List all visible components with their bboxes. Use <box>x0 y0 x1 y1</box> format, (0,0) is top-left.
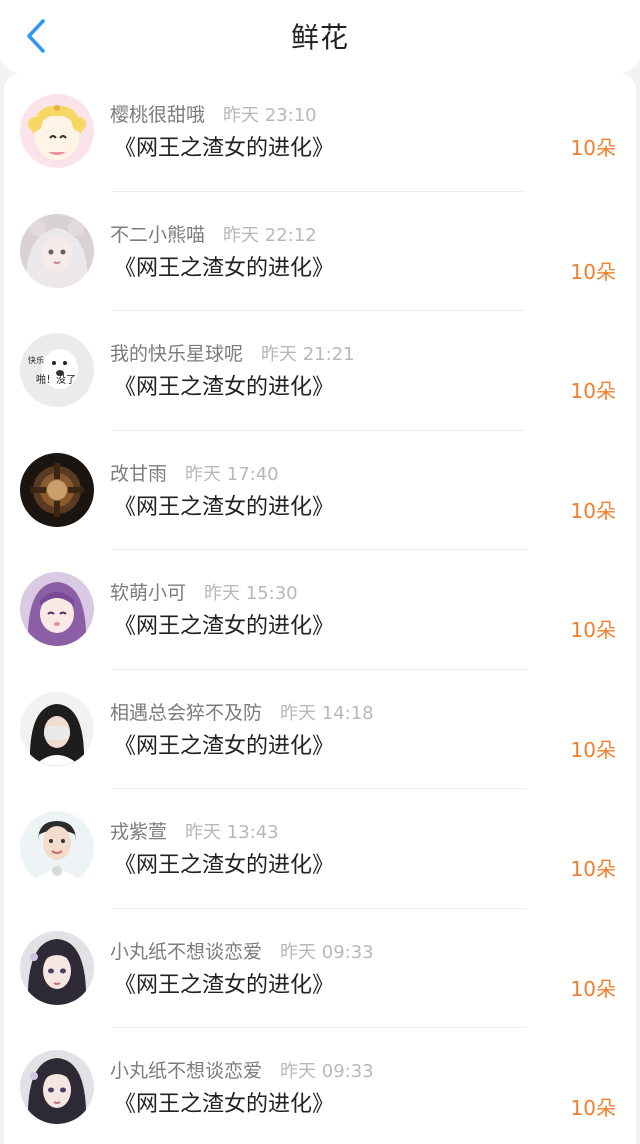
flower-count: 10朵 <box>570 618 616 642</box>
list-item[interactable]: 改甘雨 昨天 17:40 《网王之渣女的进化》 10朵 <box>4 431 636 550</box>
send-time: 昨天 13:43 <box>185 822 279 843</box>
avatar-text: 啪！没了 <box>36 373 76 386</box>
avatar[interactable] <box>20 1050 94 1124</box>
book-title[interactable]: 《网王之渣女的进化》 <box>114 1086 334 1118</box>
sender-line: 软萌小可 昨天 15:30 <box>110 578 298 605</box>
book-title[interactable]: 《网王之渣女的进化》 <box>114 608 334 640</box>
sender-line: 樱桃很甜哦 昨天 23:10 <box>110 100 317 127</box>
flower-count: 10朵 <box>570 737 616 762</box>
book-title[interactable]: 《网王之渣女的进化》 <box>114 369 334 401</box>
avatar-text: 快乐 <box>28 355 44 365</box>
book-title[interactable]: 《网王之渣女的进化》 <box>114 847 334 879</box>
sender-name[interactable]: 樱桃很甜哦 <box>110 104 205 126</box>
flower-count: 10朵 <box>570 1096 616 1120</box>
sender-name[interactable]: 我的快乐星球呢 <box>110 343 243 365</box>
avatar[interactable] <box>20 94 94 168</box>
list-item[interactable]: 不二小熊喵 昨天 22:12 《网王之渣女的进化》 10朵 <box>4 192 636 311</box>
sender-line: 小丸纸不想谈恋爱 昨天 09:33 <box>110 1056 374 1083</box>
flower-count: 10朵 <box>570 976 616 1001</box>
sender-name[interactable]: 软萌小可 <box>110 582 186 604</box>
sender-line: 小丸纸不想谈恋爱 昨天 09:33 <box>110 937 374 964</box>
sender-name[interactable]: 小丸纸不想谈恋爱 <box>110 941 262 963</box>
send-time: 昨天 09:33 <box>280 1061 374 1082</box>
list-item[interactable]: 戎紫萱 昨天 13:43 《网王之渣女的进化》 10朵 <box>4 789 636 909</box>
list-item[interactable]: 小丸纸不想谈恋爱 昨天 09:33 《网王之渣女的进化》 10朵 <box>4 909 636 1028</box>
sender-line: 戎紫萱 昨天 13:43 <box>110 817 279 844</box>
list-item[interactable]: 相遇总会猝不及防 昨天 14:18 《网王之渣女的进化》 10朵 <box>4 670 636 789</box>
send-time: 昨天 09:33 <box>280 941 374 963</box>
book-title[interactable]: 《网王之渣女的进化》 <box>114 967 334 999</box>
avatar[interactable] <box>20 452 94 527</box>
flower-list[interactable]: 樱桃很甜哦 昨天 23:10 《网王之渣女的进化》 10朵 不二小熊喵 昨天 22:… <box>4 72 636 1144</box>
sender-line: 我的快乐星球呢 昨天 21:21 <box>110 339 355 366</box>
avatar[interactable] <box>20 930 94 1005</box>
list-item[interactable]: 快乐 啪！没了 我的快乐星球呢 昨天 21:21 《网王之渣女的进化》 10朵 <box>4 311 636 431</box>
send-time: 昨天 22:12 <box>223 224 317 246</box>
send-time: 昨天 23:10 <box>223 105 317 126</box>
sender-name[interactable]: 相遇总会猝不及防 <box>110 702 262 724</box>
sender-name[interactable]: 戎紫萱 <box>110 821 167 843</box>
send-time: 昨天 21:21 <box>261 344 355 365</box>
sender-name[interactable]: 不二小熊喵 <box>110 224 205 246</box>
send-time: 昨天 14:18 <box>280 702 374 724</box>
list-item[interactable]: 软萌小可 昨天 15:30 《网王之渣女的进化》 10朵 <box>4 550 636 670</box>
avatar[interactable] <box>20 691 94 766</box>
book-title[interactable]: 《网王之渣女的进化》 <box>114 489 334 521</box>
sender-name[interactable]: 小丸纸不想谈恋爱 <box>110 1060 262 1082</box>
list-item[interactable]: 樱桃很甜哦 昨天 23:10 《网王之渣女的进化》 10朵 <box>4 72 636 192</box>
flower-count: 10朵 <box>570 857 616 881</box>
sender-line: 相遇总会猝不及防 昨天 14:18 <box>110 698 374 725</box>
send-time: 昨天 15:30 <box>204 583 298 604</box>
flower-count: 10朵 <box>570 136 616 160</box>
avatar[interactable]: 快乐 啪！没了 <box>20 333 94 407</box>
sender-line: 不二小熊喵 昨天 22:12 <box>110 220 317 247</box>
book-title[interactable]: 《网王之渣女的进化》 <box>114 130 334 162</box>
book-title[interactable]: 《网王之渣女的进化》 <box>114 728 334 760</box>
flower-count: 10朵 <box>570 498 616 523</box>
top-bar: 鲜花 <box>0 0 640 72</box>
avatar[interactable] <box>20 213 94 288</box>
flower-count: 10朵 <box>570 379 616 403</box>
send-time: 昨天 17:40 <box>185 463 279 485</box>
list-item[interactable]: 小丸纸不想谈恋爱 昨天 09:33 《网王之渣女的进化》 10朵 <box>4 1028 636 1144</box>
sender-name[interactable]: 改甘雨 <box>110 463 167 485</box>
avatar[interactable] <box>20 811 94 885</box>
flower-count: 10朵 <box>570 259 616 284</box>
book-title[interactable]: 《网王之渣女的进化》 <box>114 250 334 282</box>
sender-line: 改甘雨 昨天 17:40 <box>110 459 279 486</box>
avatar[interactable] <box>20 572 94 646</box>
page-title: 鲜花 <box>290 21 349 54</box>
